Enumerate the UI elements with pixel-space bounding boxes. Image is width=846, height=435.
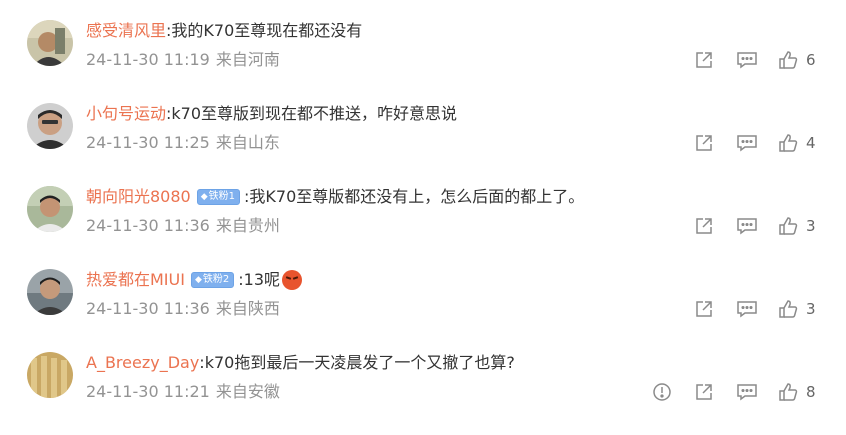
comment-time: 24-11-30 11:19: [86, 50, 210, 69]
comment-time: 24-11-30 11:21: [86, 382, 210, 401]
comment-location: 来自陕西: [215, 299, 280, 318]
share-icon: [696, 52, 712, 68]
diamond-icon: ◆: [194, 275, 202, 285]
comment-text: :我K70至尊版都还没有上，怎么后面的都上了。: [244, 187, 585, 206]
reply-button[interactable]: [736, 382, 758, 402]
comment-body: 朝向阳光8080 ◆ 铁粉1 :我K70至尊版都还没有上，怎么后面的都上了。: [86, 186, 584, 208]
comment-actions: 4: [694, 132, 816, 154]
comment-icon: [737, 301, 757, 318]
username-link[interactable]: 热爱都在MIUI: [86, 269, 185, 291]
comment-time: 24-11-30 11:36: [86, 299, 210, 318]
like-button[interactable]: 3: [778, 299, 816, 319]
comment-item: 小句号运动 :k70至尊版到现在都不推送，咋好意思说 24-11-30 11:2…: [0, 103, 846, 186]
comment-time: 24-11-30 11:25: [86, 133, 210, 152]
share-icon: [696, 301, 712, 317]
like-count: 3: [806, 217, 816, 235]
fan-badge-label: 铁粉2: [202, 274, 230, 285]
comment-body: 小句号运动 :k70至尊版到现在都不推送，咋好意思说: [86, 103, 457, 125]
comment-item: 热爱都在MIUI ◆ 铁粉2 :13呢 24-11-30 11:36 来自陕西 3: [0, 269, 846, 352]
report-icon: [653, 383, 671, 401]
reply-button[interactable]: [736, 299, 758, 319]
comment-body: A_Breezy_Day :k70拖到最后一天凌晨发了一个又撤了也算?: [86, 352, 515, 374]
comment-text: :我的K70至尊现在都还没有: [166, 21, 363, 40]
comment-location: 来自安徽: [215, 382, 280, 401]
fan-badge-label: 铁粉1: [208, 191, 236, 202]
share-icon: [696, 135, 712, 151]
comment-meta: 24-11-30 11:19 来自河南: [86, 49, 280, 71]
like-count: 4: [806, 134, 816, 152]
reply-button[interactable]: [736, 133, 758, 153]
comment-icon: [737, 52, 757, 69]
diamond-icon: ◆: [200, 192, 208, 202]
comment-icon: [737, 135, 757, 152]
thumbs-up-icon: [779, 383, 798, 401]
fan-badge[interactable]: ◆ 铁粉1: [196, 189, 241, 205]
comment-icon: [737, 384, 757, 401]
thumbs-up-icon: [779, 300, 798, 318]
comment-meta: 24-11-30 11:36 来自陕西: [86, 298, 280, 320]
avatar[interactable]: [27, 186, 73, 232]
comment-text: :13呢: [238, 270, 281, 289]
share-icon: [696, 384, 712, 400]
comment-meta: 24-11-30 11:36 来自贵州: [86, 215, 280, 237]
comment-item: 朝向阳光8080 ◆ 铁粉1 :我K70至尊版都还没有上，怎么后面的都上了。 24…: [0, 186, 846, 269]
username-link[interactable]: 感受清风里: [86, 20, 166, 42]
avatar[interactable]: [27, 269, 73, 315]
comment-item: A_Breezy_Day :k70拖到最后一天凌晨发了一个又撤了也算? 24-1…: [0, 352, 846, 435]
comment-text: :k70拖到最后一天凌晨发了一个又撤了也算?: [199, 353, 515, 372]
share-button[interactable]: [694, 216, 714, 236]
comment-actions: 6: [694, 49, 816, 71]
avatar[interactable]: [27, 352, 73, 398]
comment-location: 来自贵州: [215, 216, 280, 235]
thumbs-up-icon: [779, 134, 798, 152]
share-button[interactable]: [694, 382, 714, 402]
like-button[interactable]: 8: [778, 382, 816, 402]
like-button[interactable]: 3: [778, 216, 816, 236]
comment-meta: 24-11-30 11:25 来自山东: [86, 132, 280, 154]
comment-body: 感受清风里 :我的K70至尊现在都还没有: [86, 20, 362, 42]
comment-actions: 3: [694, 215, 816, 237]
angry-face-emoji: [282, 270, 303, 290]
like-button[interactable]: 4: [778, 133, 816, 153]
comment-time: 24-11-30 11:36: [86, 216, 210, 235]
username-link[interactable]: 小句号运动: [86, 103, 166, 125]
share-button[interactable]: [694, 133, 714, 153]
comment-item: 感受清风里 :我的K70至尊现在都还没有 24-11-30 11:19 来自河南 …: [0, 20, 846, 103]
comment-location: 来自山东: [215, 133, 280, 152]
username-link[interactable]: A_Breezy_Day: [86, 352, 199, 374]
thumbs-up-icon: [779, 217, 798, 235]
like-count: 8: [806, 383, 816, 401]
reply-button[interactable]: [736, 216, 758, 236]
share-button[interactable]: [694, 299, 714, 319]
comment-icon: [737, 218, 757, 235]
avatar[interactable]: [27, 20, 73, 66]
comment-location: 来自河南: [215, 50, 280, 69]
avatar[interactable]: [27, 103, 73, 149]
share-icon: [696, 218, 712, 234]
fan-badge[interactable]: ◆ 铁粉2: [190, 272, 235, 288]
comment-actions: 3: [694, 298, 816, 320]
reply-button[interactable]: [736, 50, 758, 70]
like-count: 3: [806, 300, 816, 318]
username-link[interactable]: 朝向阳光8080: [86, 186, 191, 208]
report-button[interactable]: [652, 382, 672, 402]
like-count: 6: [806, 51, 816, 69]
comment-text: :k70至尊版到现在都不推送，咋好意思说: [166, 104, 458, 123]
thumbs-up-icon: [779, 51, 798, 69]
comment-body: 热爱都在MIUI ◆ 铁粉2 :13呢: [86, 269, 303, 291]
share-button[interactable]: [694, 50, 714, 70]
like-button[interactable]: 6: [778, 50, 816, 70]
